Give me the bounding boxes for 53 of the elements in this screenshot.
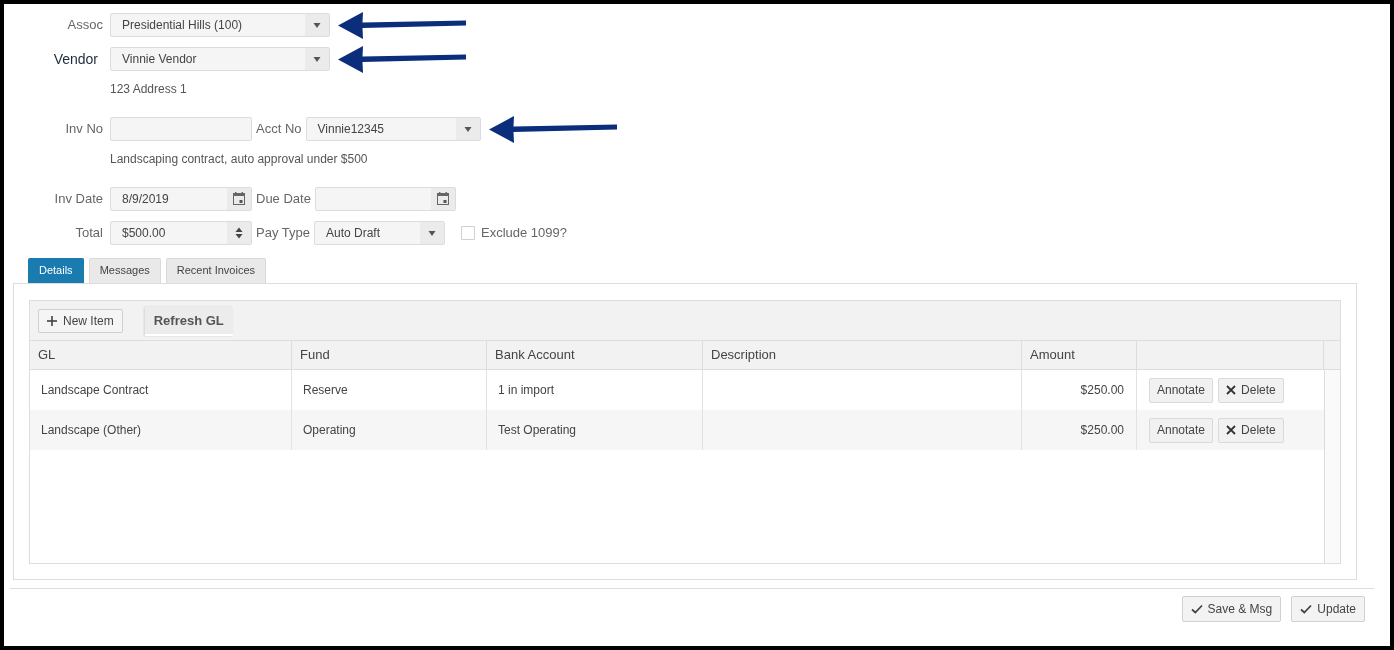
field-label: Inv Date [53, 190, 103, 209]
field-label: Pay Type [256, 224, 310, 243]
table-cell: Operating [292, 410, 487, 450]
calendar-icon [227, 188, 251, 210]
field-label: Acct No [256, 120, 302, 139]
close-icon [1226, 425, 1237, 435]
date-field[interactable]: 8/9/2019 [110, 187, 252, 211]
note-text: Landscaping contract, auto approval under $500 [110, 151, 368, 167]
number-field[interactable]: $500.00 [110, 221, 252, 245]
tab[interactable]: Recent Invoices [165, 258, 267, 283]
delete-button[interactable]: Delete [1218, 417, 1284, 443]
column-header: Amount [1022, 341, 1137, 369]
close-icon [1226, 385, 1237, 395]
calendar-icon [430, 188, 455, 210]
dropdown[interactable]: Vinnie Vendor [110, 47, 330, 71]
plus-icon [47, 315, 57, 326]
text-field[interactable] [110, 117, 252, 141]
tab[interactable]: Details [28, 258, 84, 283]
checkbox-label[interactable]: Exclude 1099? [480, 223, 567, 243]
spinner-icon [227, 222, 251, 244]
confirm-button[interactable]: Save & Msg [1181, 596, 1282, 622]
field-label: Total [74, 224, 103, 243]
table-cell: $250.00 [1022, 410, 1137, 450]
note-text: 123 Address 1 [110, 81, 187, 97]
column-header: Bank Account [487, 341, 703, 369]
table-cell: Landscape (Other) [30, 410, 292, 450]
field-label: Inv No [64, 120, 103, 139]
annotate-button[interactable]: Annotate [1149, 417, 1214, 443]
annotate-button[interactable]: Annotate [1149, 377, 1214, 403]
delete-button[interactable]: Delete [1218, 377, 1284, 403]
dropdown[interactable]: Presidential Hills (100) [110, 13, 330, 37]
field-label: Vendor [52, 49, 99, 69]
dropdown[interactable]: Auto Draft [313, 221, 445, 245]
dropdown[interactable]: Vinnie12345 [305, 117, 481, 141]
column-header: GL [30, 341, 292, 369]
caret-icon [305, 14, 329, 36]
caret-icon [305, 48, 329, 70]
column-header: Fund [292, 341, 487, 369]
table-cell: Test Operating [487, 410, 703, 450]
field-label: Assoc [66, 16, 103, 35]
new-item-button[interactable]: New Item [38, 308, 123, 333]
check-icon [1300, 604, 1313, 614]
checkbox[interactable] [460, 226, 475, 240]
caret-icon [455, 118, 480, 140]
check-icon [1190, 604, 1203, 614]
tab[interactable]: Messages [88, 258, 161, 283]
caret-icon [419, 222, 444, 244]
scrollbar-track[interactable] [1324, 370, 1340, 563]
column-header: Description [703, 341, 1022, 369]
date-field[interactable] [314, 187, 456, 211]
refresh-button[interactable]: Refresh GL [144, 307, 233, 336]
confirm-button[interactable]: Update [1291, 596, 1365, 622]
field-label: Due Date [256, 190, 311, 209]
